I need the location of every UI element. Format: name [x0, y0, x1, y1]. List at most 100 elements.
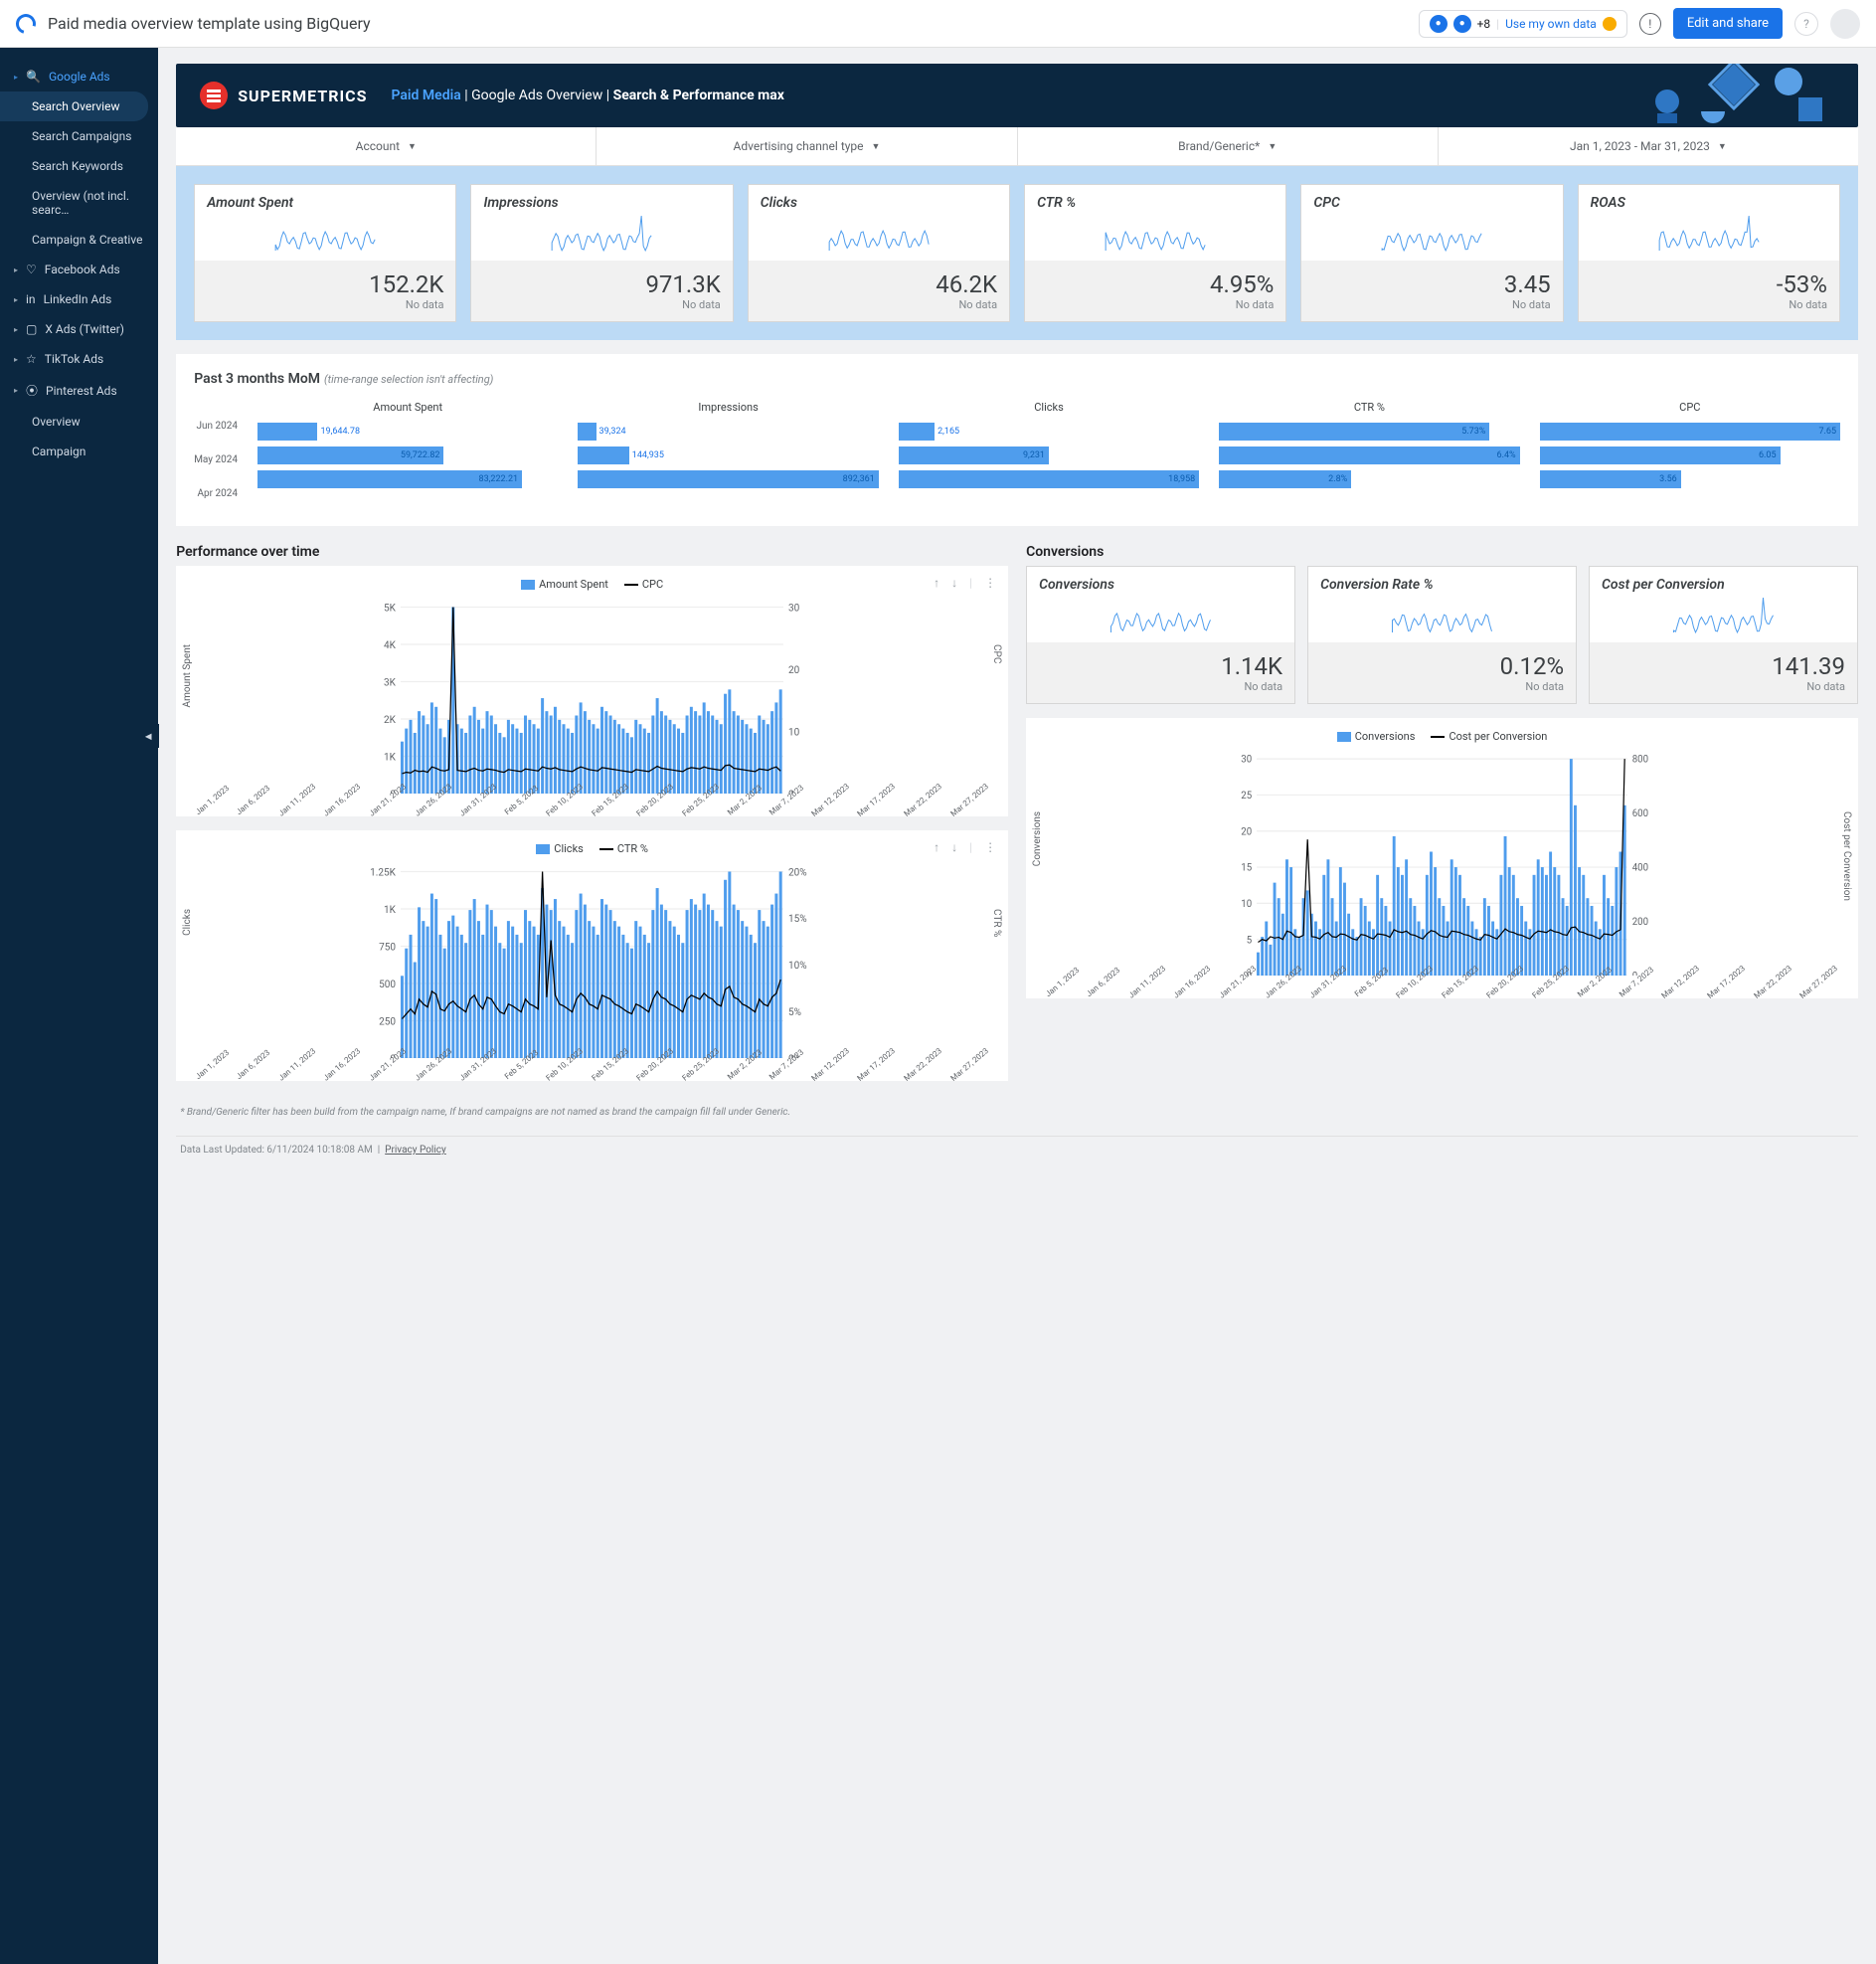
mom-col-ctr-: CTR %5.73%6.4%2.8%: [1219, 401, 1519, 512]
mom-col-clicks: Clicks2,1659,23118,958: [899, 401, 1199, 512]
hero-shapes-icon: [1639, 64, 1858, 127]
svg-text:10: 10: [788, 727, 800, 738]
chevron-down-icon: ▼: [1268, 141, 1277, 152]
more-icon[interactable]: ⋮: [984, 576, 996, 590]
main-content: SUPERMETRICS Paid Media | Google Ads Ove…: [158, 48, 1876, 1964]
svg-text:4K: 4K: [384, 640, 397, 651]
perf-title: Performance over time: [176, 544, 1008, 560]
svg-text:15: 15: [1241, 863, 1252, 874]
filter-channel[interactable]: Advertising channel type▼: [597, 127, 1017, 165]
collapse-sidebar-button[interactable]: ◄: [137, 724, 159, 748]
svg-text:500: 500: [379, 980, 396, 990]
filter-bar: Account▼ Advertising channel type▼ Brand…: [176, 127, 1858, 166]
top-bar: Paid media overview template using BigQu…: [0, 0, 1876, 48]
sidebar-sub-overview[interactable]: Overview: [0, 407, 158, 437]
kpi-strip: Amount Spent 152.2KNo data Impressions 9…: [176, 166, 1858, 340]
svg-text:20: 20: [788, 665, 800, 676]
sort-asc-icon[interactable]: ↑: [934, 576, 939, 590]
svg-text:750: 750: [379, 942, 396, 953]
chart-clicks-ctr: ↑ ↓ | ⋮ ClicksCTR % Clicks CTR % 0250500…: [176, 830, 1008, 1081]
mom-col-cpc: CPC7.656.053.56: [1540, 401, 1840, 512]
svg-text:1.25K: 1.25K: [370, 867, 396, 878]
chevron-down-icon: ▼: [872, 141, 881, 152]
sidebar-sub-campaign[interactable]: Campaign: [0, 437, 158, 466]
heart-icon: ♡: [26, 263, 37, 276]
avatar[interactable]: [1830, 9, 1860, 39]
footnote: * Brand/Generic filter has been build fr…: [176, 1095, 1858, 1130]
supermetrics-logo: SUPERMETRICS: [200, 82, 367, 109]
filter-account[interactable]: Account▼: [176, 127, 597, 165]
svg-text:5K: 5K: [384, 603, 397, 614]
supermetrics-icon: [200, 82, 228, 109]
mom-section: Past 3 months MoM (time-range selection …: [176, 354, 1858, 526]
sidebar-item-pinterest-ads[interactable]: ▸⦿Pinterest Ads: [0, 374, 158, 407]
sidebar-item-linkedin-ads[interactable]: ▸inLinkedIn Ads: [0, 284, 158, 314]
svg-text:15%: 15%: [788, 914, 807, 925]
sidebar-sub-overview-not-incl-searc-[interactable]: Overview (not incl. searc…: [0, 181, 158, 225]
kpi-impressions: Impressions 971.3KNo data: [470, 184, 733, 322]
svg-text:30: 30: [1241, 755, 1252, 766]
breadcrumb: Paid Media | Google Ads Overview | Searc…: [391, 88, 783, 103]
hero-banner: SUPERMETRICS Paid Media | Google Ads Ove…: [176, 64, 1858, 127]
kpi-cpc: CPC 3.45No data: [1300, 184, 1563, 322]
sidebar-sub-search-campaigns[interactable]: Search Campaigns: [0, 121, 158, 151]
badge-count: +8: [1477, 17, 1491, 31]
search-icon: 🔍: [26, 70, 41, 84]
svg-text:10%: 10%: [788, 961, 807, 972]
svg-text:400: 400: [1632, 863, 1648, 874]
svg-text:20: 20: [1241, 826, 1252, 837]
svg-text:200: 200: [1632, 917, 1648, 928]
svg-text:10: 10: [1241, 899, 1252, 910]
svg-text:250: 250: [379, 1016, 396, 1027]
conv-kpi-conversion-rate-: Conversion Rate % 0.12%No data: [1307, 566, 1577, 704]
sidebar-sub-campaign-creative[interactable]: Campaign & Creative: [0, 225, 158, 255]
conv-kpi-conversions: Conversions 1.14KNo data: [1026, 566, 1295, 704]
svg-text:30: 30: [788, 603, 800, 614]
user-badge-icon: ●: [1430, 15, 1448, 33]
share-badge-group[interactable]: ● ● +8 | Use my own data: [1419, 10, 1627, 38]
page-title: Paid media overview template using BigQu…: [48, 14, 371, 33]
svg-text:20%: 20%: [788, 867, 807, 878]
warning-icon: [1603, 17, 1617, 31]
chart-spend-cpc: ↑ ↓ | ⋮ Amount SpentCPC Amount Spent CPC…: [176, 566, 1008, 816]
sidebar-sub-search-keywords[interactable]: Search Keywords: [0, 151, 158, 181]
svg-text:2K: 2K: [384, 715, 397, 726]
supermetrics-text: SUPERMETRICS: [238, 87, 367, 105]
svg-text:5%: 5%: [788, 1007, 801, 1018]
info-icon[interactable]: !: [1639, 13, 1661, 35]
sort-desc-icon[interactable]: ↓: [951, 840, 957, 854]
x-icon: ▢: [26, 322, 37, 336]
sidebar-item-x-ads-twitter-[interactable]: ▸▢X Ads (Twitter): [0, 314, 158, 344]
sidebar: ▸🔍Google AdsSearch OverviewSearch Campai…: [0, 48, 158, 1964]
conv-kpi-cost-per-conversion: Cost per Conversion 141.39No data: [1589, 566, 1858, 704]
edit-share-button[interactable]: Edit and share: [1673, 8, 1783, 39]
filter-brand[interactable]: Brand/Generic*▼: [1018, 127, 1439, 165]
sort-desc-icon[interactable]: ↓: [951, 576, 957, 590]
svg-text:1K: 1K: [384, 905, 397, 916]
conv-kpi-row: Conversions 1.14KNo data Conversion Rate…: [1026, 566, 1858, 704]
svg-text:5: 5: [1247, 935, 1253, 946]
looker-logo-icon: [12, 10, 39, 37]
sidebar-sub-search-overview[interactable]: Search Overview: [0, 91, 148, 121]
filter-date[interactable]: Jan 1, 2023 - Mar 31, 2023▼: [1439, 127, 1858, 165]
svg-text:800: 800: [1632, 755, 1648, 766]
svg-text:1K: 1K: [384, 752, 397, 763]
star-icon: ☆: [26, 352, 37, 366]
help-icon[interactable]: ?: [1794, 12, 1818, 36]
sidebar-item-tiktok-ads[interactable]: ▸☆TikTok Ads: [0, 344, 158, 374]
kpi-clicks: Clicks 46.2KNo data: [748, 184, 1010, 322]
pin-icon: ⦿: [26, 382, 38, 399]
sidebar-item-facebook-ads[interactable]: ▸♡Facebook Ads: [0, 255, 158, 284]
sort-asc-icon[interactable]: ↑: [934, 840, 939, 854]
kpi-amount-spent: Amount Spent 152.2KNo data: [194, 184, 456, 322]
more-icon[interactable]: ⋮: [984, 840, 996, 854]
chevron-down-icon: ▼: [1718, 141, 1727, 152]
sidebar-item-google-ads[interactable]: ▸🔍Google Ads: [0, 62, 158, 91]
privacy-link[interactable]: Privacy Policy: [385, 1145, 446, 1156]
use-own-data-link[interactable]: Use my own data: [1505, 17, 1597, 31]
kpi-ctr-: CTR % 4.95%No data: [1024, 184, 1286, 322]
footer: Data Last Updated: 6/11/2024 10:18:08 AM…: [176, 1136, 1858, 1163]
linkedin-icon: in: [26, 292, 36, 306]
svg-text:3K: 3K: [384, 677, 397, 688]
kpi-roas: ROAS -53%No data: [1578, 184, 1840, 322]
